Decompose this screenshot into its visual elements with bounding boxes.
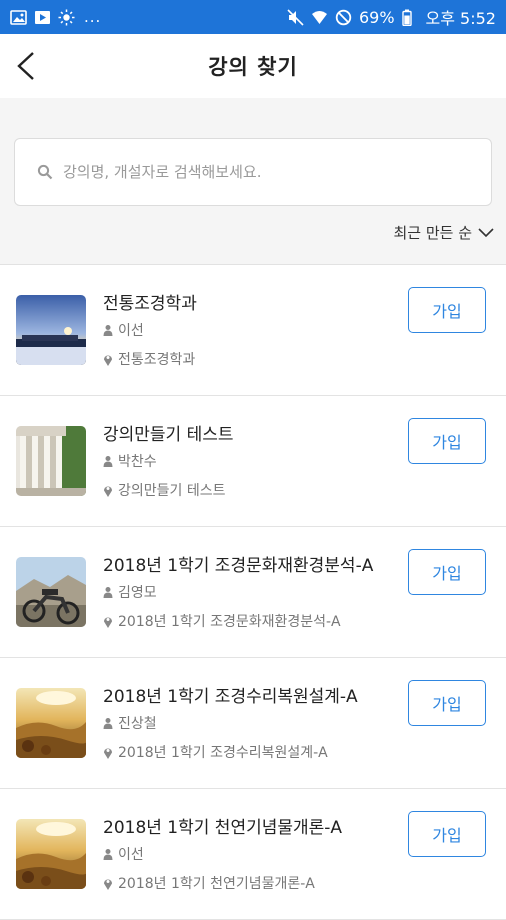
- course-location: 2018년 1학기 천연기념물개론-A: [103, 873, 315, 893]
- course-thumbnail: [16, 557, 86, 627]
- mute-icon: [287, 8, 304, 26]
- course-title: 2018년 1학기 조경수리복원설계-A: [103, 687, 358, 707]
- location-text: 2018년 1학기 조경문화재환경분석-A: [118, 614, 341, 630]
- notification-dots: ...: [84, 8, 102, 26]
- course-list-item[interactable]: 2018년 1학기 조경문화재환경분석-A 김영모 2018년 1학기 조경문화…: [0, 527, 506, 658]
- search-icon: [37, 164, 53, 180]
- no-disturb-icon: [335, 9, 352, 26]
- course-list-item[interactable]: 강의만들기 테스트 박찬수 강의만들기 테스트 가입: [0, 396, 506, 527]
- image-icon: [10, 9, 27, 26]
- location-text: 2018년 1학기 천연기념물개론-A: [118, 876, 315, 892]
- course-professor: 김영모: [103, 582, 157, 602]
- video-play-icon: [34, 9, 51, 26]
- person-icon: [103, 717, 113, 729]
- sort-dropdown[interactable]: 최근 만든 순: [393, 222, 494, 243]
- search-input[interactable]: [61, 162, 491, 182]
- location-text: 전통조경학과: [118, 352, 196, 368]
- course-list: 전통조경학과 이선 전통조경학과 가입 강의만들기 테스트 박찬수 강의만들기 …: [0, 265, 506, 920]
- location-text: 강의만들기 테스트: [118, 483, 226, 499]
- person-icon: [103, 848, 113, 860]
- sort-label: 최근 만든 순: [393, 224, 472, 242]
- course-thumbnail: [16, 295, 86, 365]
- person-icon: [103, 586, 113, 598]
- status-bar: ... 69% 오후 5:52: [0, 0, 506, 34]
- course-title: 전통조경학과: [103, 294, 197, 314]
- location-pin-icon: [103, 877, 113, 890]
- location-text: 2018년 1학기 조경수리복원설계-A: [118, 745, 328, 761]
- professor-name: 이선: [118, 323, 144, 339]
- wifi-icon: [311, 9, 328, 26]
- app-header: 강의 찾기: [0, 34, 506, 98]
- search-region: 최근 만든 순: [0, 98, 506, 265]
- course-location: 2018년 1학기 조경수리복원설계-A: [103, 742, 328, 762]
- battery-percent: 69%: [358, 7, 395, 27]
- course-location: 강의만들기 테스트: [103, 480, 226, 500]
- professor-name: 이선: [118, 847, 144, 863]
- course-professor: 박찬수: [103, 451, 157, 471]
- course-title: 2018년 1학기 천연기념물개론-A: [103, 818, 343, 838]
- course-thumbnail: [16, 819, 86, 889]
- location-pin-icon: [103, 484, 113, 497]
- brightness-icon: [58, 9, 75, 26]
- course-title: 2018년 1학기 조경문화재환경분석-A: [103, 556, 374, 576]
- course-professor: 이선: [103, 320, 144, 340]
- course-professor: 이선: [103, 844, 144, 864]
- location-pin-icon: [103, 746, 113, 759]
- join-button[interactable]: 가입: [408, 811, 486, 857]
- page-title: 강의 찾기: [208, 55, 298, 79]
- course-thumbnail: [16, 688, 86, 758]
- course-thumbnail: [16, 426, 86, 496]
- professor-name: 진상철: [118, 716, 157, 732]
- location-pin-icon: [103, 615, 113, 628]
- join-button[interactable]: 가입: [408, 549, 486, 595]
- back-button[interactable]: [8, 48, 44, 84]
- person-icon: [103, 324, 113, 336]
- course-list-item[interactable]: 2018년 1학기 조경수리복원설계-A 진상철 2018년 1학기 조경수리복…: [0, 658, 506, 789]
- status-right: 69% 오후 5:52: [287, 5, 496, 29]
- search-box[interactable]: [14, 138, 492, 206]
- professor-name: 박찬수: [118, 454, 157, 470]
- professor-name: 김영모: [118, 585, 157, 601]
- battery-icon: [401, 9, 419, 26]
- location-pin-icon: [103, 353, 113, 366]
- chevron-down-icon: [478, 227, 494, 237]
- join-button[interactable]: 가입: [408, 418, 486, 464]
- chevron-left-icon: [17, 52, 34, 80]
- clock: 오후 5:52: [425, 9, 496, 28]
- join-button[interactable]: 가입: [408, 680, 486, 726]
- course-list-item[interactable]: 전통조경학과 이선 전통조경학과 가입: [0, 265, 506, 396]
- person-icon: [103, 455, 113, 467]
- course-professor: 진상철: [103, 713, 157, 733]
- course-location: 2018년 1학기 조경문화재환경분석-A: [103, 611, 341, 631]
- course-title: 강의만들기 테스트: [103, 425, 234, 445]
- course-location: 전통조경학과: [103, 349, 195, 369]
- status-left: ...: [10, 8, 101, 26]
- course-list-item[interactable]: 2018년 1학기 천연기념물개론-A 이선 2018년 1학기 천연기념물개론…: [0, 789, 506, 920]
- join-button[interactable]: 가입: [408, 287, 486, 333]
